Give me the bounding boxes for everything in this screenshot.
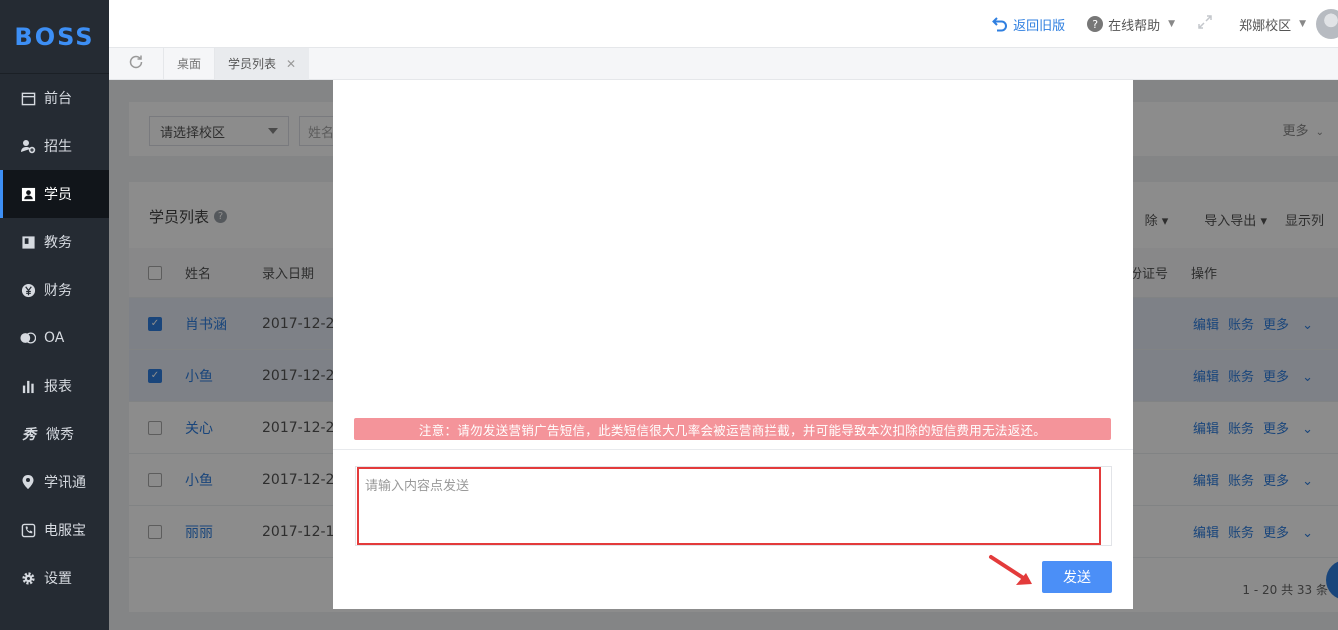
- red-pointer-arrow-icon: [989, 555, 1032, 585]
- yen-icon: [20, 282, 36, 298]
- campus-menu[interactable]: 郑娜校区 ▼: [1239, 15, 1306, 34]
- message-input[interactable]: [359, 469, 1099, 543]
- sms-send-dialog: 注意：请勿发送营销广告短信，此类短信很大几率会被运营商拦截，并可能导致本次扣除的…: [333, 80, 1133, 609]
- undo-arrow-icon: [992, 16, 1008, 32]
- gear-icon: [20, 570, 36, 586]
- sidebar: BOSS 前台 招生 学员 教务 财务 OA 报表 秀 微秀 学讯通 电服宝 设…: [0, 0, 109, 630]
- refresh-button[interactable]: [109, 54, 163, 73]
- sidebar-item-xuexuntong[interactable]: 学讯通: [0, 458, 109, 506]
- send-button[interactable]: 发送: [1042, 561, 1112, 593]
- student-card-icon: [20, 186, 36, 202]
- sidebar-item-label: OA: [44, 330, 65, 346]
- back-to-old-version-label: 返回旧版: [1013, 18, 1066, 34]
- caret-down-icon: ▼: [1299, 19, 1306, 29]
- message-input-highlight: [357, 467, 1101, 545]
- campus-label: 郑娜校区: [1239, 18, 1292, 34]
- chat-bubble-icon: [20, 330, 36, 346]
- sidebar-item-label: 学员: [44, 187, 72, 203]
- sidebar-item-academic[interactable]: 教务: [0, 218, 109, 266]
- expand-icon: [1197, 14, 1213, 34]
- sidebar-item-settings[interactable]: 设置: [0, 554, 109, 602]
- avatar[interactable]: [1316, 9, 1338, 39]
- sidebar-item-label: 学讯通: [44, 475, 86, 491]
- calendar-icon: [20, 90, 36, 106]
- sidebar-item-label: 招生: [44, 139, 72, 155]
- boss-logo: BOSS: [0, 0, 109, 74]
- sidebar-item-dianfubao[interactable]: 电服宝: [0, 506, 109, 554]
- book-icon: [20, 234, 36, 250]
- sidebar-item-enroll[interactable]: 招生: [0, 122, 109, 170]
- tab-student-list[interactable]: 学员列表 ✕: [214, 47, 310, 80]
- sidebar-item-label: 前台: [44, 91, 72, 107]
- tab-label: 桌面: [177, 57, 202, 71]
- caret-down-icon: ▼: [1168, 19, 1176, 29]
- show-icon: 秀: [22, 427, 36, 443]
- fullscreen-toggle[interactable]: [1197, 14, 1213, 34]
- online-help-label: 在线帮助: [1108, 18, 1161, 34]
- warning-banner: 注意：请勿发送营销广告短信，此类短信很大几率会被运营商拦截，并可能导致本次扣除的…: [354, 418, 1111, 440]
- sidebar-item-label: 电服宝: [44, 523, 86, 539]
- sidebar-item-label: 报表: [44, 379, 72, 395]
- location-pin-icon: [20, 474, 36, 490]
- question-circle-icon: ?: [1087, 16, 1104, 32]
- sidebar-item-label: 微秀: [46, 427, 74, 443]
- top-bar: 返回旧版 ? 在线帮助 ▼ 郑娜校区 ▼: [109, 0, 1338, 48]
- sidebar-item-weixiu[interactable]: 秀 微秀: [0, 410, 109, 458]
- close-icon[interactable]: ✕: [286, 57, 296, 71]
- tab-label: 学员列表: [228, 57, 277, 71]
- sidebar-item-label: 教务: [44, 235, 72, 251]
- bar-chart-icon: [20, 378, 36, 394]
- sidebar-item-finance[interactable]: 财务: [0, 266, 109, 314]
- sidebar-item-label: 设置: [44, 571, 72, 587]
- phone-icon: [20, 522, 36, 538]
- sidebar-item-reports[interactable]: 报表: [0, 362, 109, 410]
- user-add-icon: [20, 138, 36, 154]
- sidebar-item-oa[interactable]: OA: [0, 314, 109, 362]
- tab-desktop[interactable]: 桌面: [163, 47, 214, 80]
- online-help-menu[interactable]: ? 在线帮助 ▼: [1087, 15, 1175, 34]
- back-to-old-version-link[interactable]: 返回旧版: [992, 15, 1065, 34]
- page-tabs: 桌面 学员列表 ✕: [109, 47, 1338, 80]
- sidebar-item-students[interactable]: 学员: [0, 170, 109, 218]
- refresh-icon: [128, 54, 144, 73]
- divider: [333, 449, 1133, 450]
- sidebar-item-label: 财务: [44, 283, 72, 299]
- message-history-area: [333, 80, 1133, 450]
- sidebar-item-frontdesk[interactable]: 前台: [0, 74, 109, 122]
